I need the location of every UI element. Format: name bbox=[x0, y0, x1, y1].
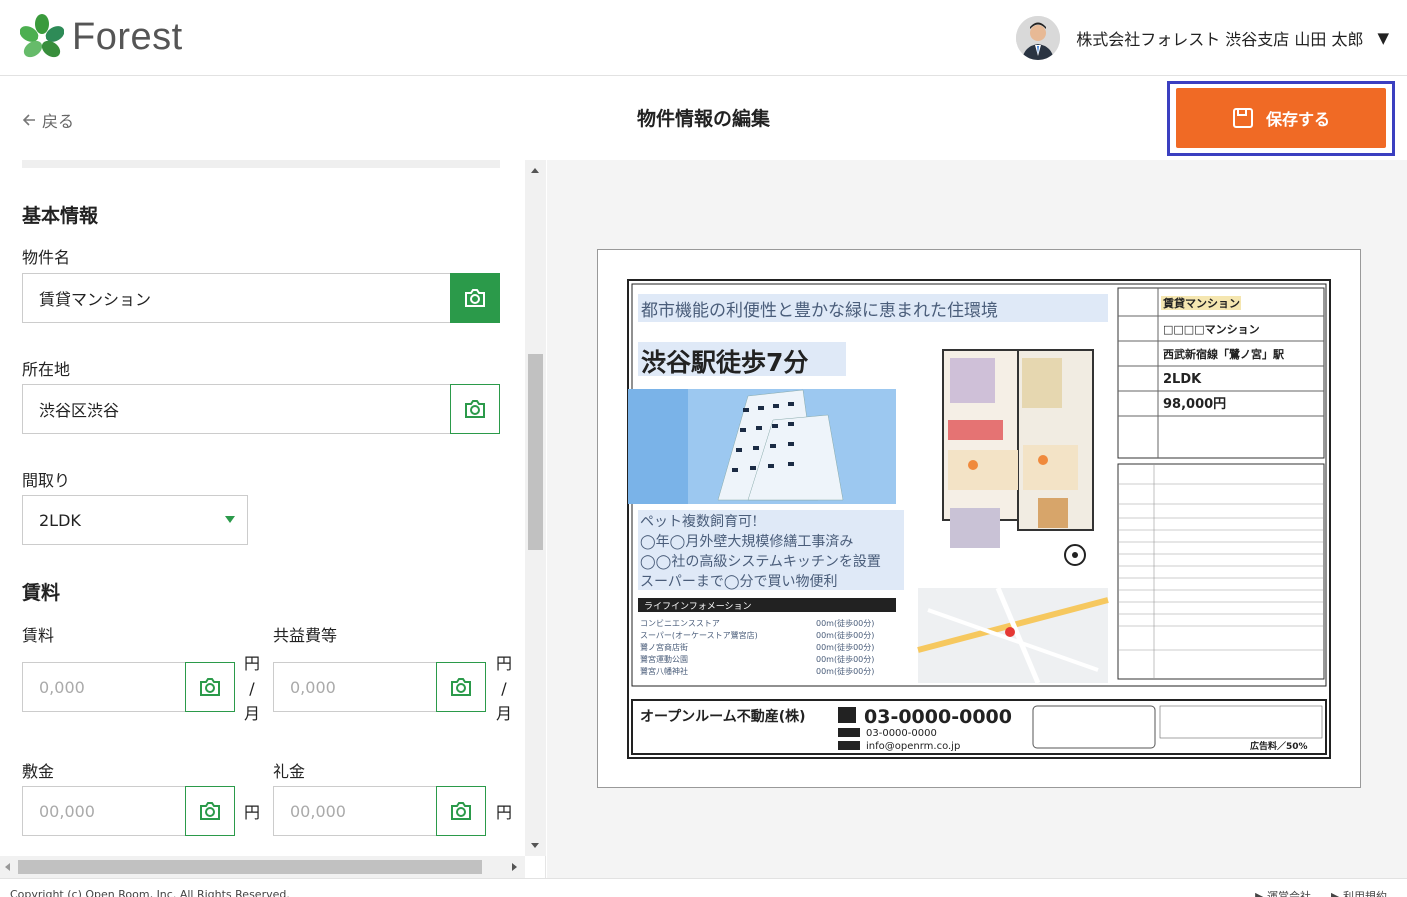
horizontal-scroll-thumb[interactable] bbox=[18, 860, 482, 874]
camera-icon bbox=[200, 678, 220, 696]
spec-rent: 98,000円 bbox=[1163, 397, 1226, 412]
property-name-camera-button[interactable] bbox=[450, 273, 500, 323]
common-fee-label: 共益費等 bbox=[273, 626, 338, 645]
property-name-input[interactable]: 賃貸マンション bbox=[22, 273, 452, 323]
ad-fee: 広告料／50% bbox=[1250, 740, 1308, 752]
agency-tel: 03-0000-0000 bbox=[864, 706, 1012, 728]
flyer-lifeinfo-dist: 00m(徒歩00分) bbox=[816, 630, 874, 640]
scroll-right-icon[interactable] bbox=[512, 863, 517, 871]
footer-link-terms[interactable]: ▶ 利用規約 bbox=[1331, 888, 1387, 897]
flyer-feature: ◯年◯月外壁大規模修繕工事済み bbox=[640, 534, 853, 550]
flyer-feature: スーパーまで◯分で買い物便利 bbox=[640, 574, 838, 590]
unit-yen: 円 bbox=[495, 654, 512, 673]
flyer-lifeinfo-name: 鷺宮運動公園 bbox=[640, 654, 688, 664]
user-menu[interactable]: 株式会社フォレスト 渋谷支店 山田 太郎 ▼ bbox=[1016, 16, 1389, 60]
rent-label: 賃料 bbox=[22, 626, 55, 645]
agency-name: オープンルーム不動産(株) bbox=[640, 708, 806, 725]
unit-month: 月 bbox=[243, 704, 260, 723]
save-button[interactable]: 保存する bbox=[1176, 88, 1386, 148]
camera-icon bbox=[465, 289, 485, 307]
agency-fax: 03-0000-0000 bbox=[866, 728, 937, 739]
layout-label: 間取り bbox=[22, 471, 71, 490]
key-money-unit: 円 bbox=[495, 803, 512, 822]
footer-links: ▶ 運営会社 ▶ 利用規約 bbox=[1255, 888, 1387, 897]
spec-type: 賃貸マンション bbox=[1162, 296, 1240, 310]
top-bar: Forest 株式会社フォレスト 渋谷支店 山田 太郎 ▼ bbox=[0, 0, 1407, 76]
scroll-down-icon[interactable] bbox=[531, 843, 539, 848]
flyer-lifeinfo-dist: 00m(徒歩00分) bbox=[816, 642, 874, 652]
address-camera-button[interactable] bbox=[450, 384, 500, 434]
camera-icon bbox=[465, 400, 485, 418]
spec-layout: 2LDK bbox=[1163, 372, 1202, 387]
floppy-disk-icon bbox=[1232, 108, 1253, 128]
brand-name: Forest bbox=[72, 15, 183, 58]
vertical-scroll-thumb[interactable] bbox=[528, 354, 543, 550]
deposit-input[interactable]: 00,000 bbox=[22, 786, 187, 836]
spec-station: 西武新宿線「鷺ノ宮」駅 bbox=[1163, 347, 1284, 361]
camera-icon bbox=[451, 678, 471, 696]
flyer-lifeinfo-dist: 00m(徒歩00分) bbox=[816, 654, 874, 664]
common-fee-unit: 円 / 月 bbox=[494, 651, 514, 726]
flyer-lifeinfo-name: コンビニエンスストア bbox=[640, 619, 720, 628]
spec-name: □□□□マンション bbox=[1163, 323, 1260, 336]
unit-month: 月 bbox=[495, 704, 512, 723]
section-rent-title: 賃料 bbox=[22, 582, 61, 604]
flyer-lifeinfo-name: スーパー(オーケーストア鷺宮店) bbox=[640, 630, 758, 640]
unit-yen: 円 bbox=[243, 654, 260, 673]
rent-input[interactable]: 0,000 bbox=[22, 662, 187, 712]
flyer-image: 都市機能の利便性と豊かな緑に恵まれた住環境 渋谷駅徒歩7分 ペット複数飼育可! … bbox=[627, 279, 1331, 759]
scroll-left-icon[interactable] bbox=[5, 863, 10, 871]
avatar bbox=[1016, 16, 1061, 60]
unit-slash: / bbox=[249, 679, 255, 698]
deposit-unit: 円 bbox=[243, 803, 260, 822]
key-money-label: 礼金 bbox=[273, 762, 306, 781]
chevron-down-icon[interactable]: ▼ bbox=[1377, 29, 1389, 47]
scroll-up-icon[interactable] bbox=[531, 168, 539, 173]
deposit-label: 敷金 bbox=[22, 762, 55, 781]
agency-mail: info@openrm.co.jp bbox=[866, 741, 960, 752]
flyer-lifeinfo-name: 鷺宮八幡神社 bbox=[640, 666, 688, 676]
flyer-feature: ◯◯社の高級システムキッチンを設置 bbox=[640, 553, 881, 570]
unit-slash: / bbox=[501, 679, 507, 698]
camera-icon bbox=[200, 802, 220, 820]
rent-unit: 円 / 月 bbox=[242, 651, 262, 726]
rent-camera-button[interactable] bbox=[185, 662, 235, 712]
common-fee-input[interactable]: 0,000 bbox=[273, 662, 438, 712]
common-fee-camera-button[interactable] bbox=[436, 662, 486, 712]
flyer-feature: ペット複数飼育可! bbox=[640, 513, 758, 530]
flyer-lifeinfo-dist: 00m(徒歩00分) bbox=[816, 618, 874, 628]
deposit-camera-button[interactable] bbox=[185, 786, 235, 836]
select-caret-icon bbox=[225, 516, 235, 523]
flyer-preview: 都市機能の利便性と豊かな緑に恵まれた住環境 渋谷駅徒歩7分 ペット複数飼育可! … bbox=[597, 249, 1361, 788]
leaf-logo-icon bbox=[20, 14, 64, 58]
section-basic-info-title: 基本情報 bbox=[22, 205, 99, 227]
flyer-walk: 渋谷駅徒歩7分 bbox=[641, 348, 808, 377]
copyright-text: Copyright (c) Open Room, Inc. All Rights… bbox=[10, 888, 290, 897]
camera-icon bbox=[451, 802, 471, 820]
flyer-lifeinfo-name: 鷺ノ宮商店街 bbox=[640, 642, 688, 652]
brand-logo[interactable]: Forest bbox=[20, 14, 183, 60]
property-name-label: 物件名 bbox=[22, 248, 71, 267]
map-image bbox=[917, 587, 1109, 684]
flyer-lifeinfo-title: ライフインフォメーション bbox=[644, 601, 752, 612]
user-name: 株式会社フォレスト 渋谷支店 山田 太郎 bbox=[1076, 30, 1364, 49]
footer-link-company[interactable]: ▶ 運営会社 bbox=[1255, 888, 1311, 897]
key-money-input[interactable]: 00,000 bbox=[273, 786, 438, 836]
flyer-lifeinfo-dist: 00m(徒歩00分) bbox=[816, 666, 874, 676]
layout-select[interactable]: 2LDK bbox=[22, 495, 248, 545]
footer: Copyright (c) Open Room, Inc. All Rights… bbox=[0, 878, 1407, 897]
flyer-headline: 都市機能の利便性と豊かな緑に恵まれた住環境 bbox=[641, 301, 998, 321]
address-input[interactable]: 渋谷区渋谷 bbox=[22, 384, 452, 434]
address-label: 所在地 bbox=[22, 360, 71, 379]
form-top-divider bbox=[22, 160, 500, 168]
save-button-label: 保存する bbox=[1265, 110, 1330, 129]
key-money-camera-button[interactable] bbox=[436, 786, 486, 836]
